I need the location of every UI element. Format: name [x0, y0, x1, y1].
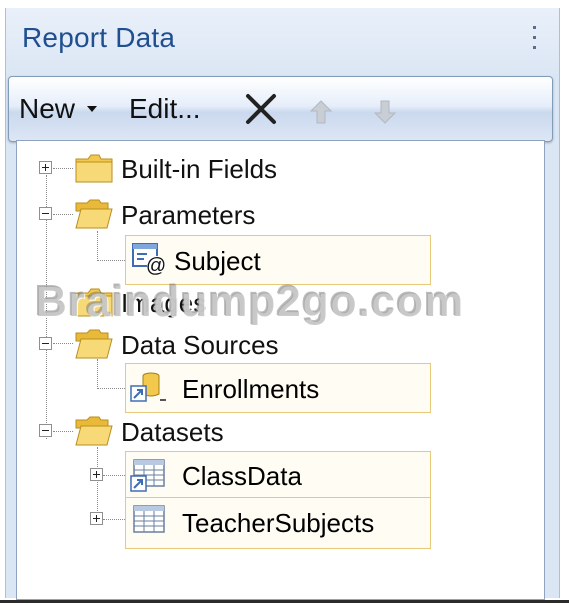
folder-open-icon	[75, 199, 113, 229]
tree-line	[53, 431, 73, 432]
tree-line	[103, 475, 125, 476]
tree-item-label: Built-in Fields	[121, 153, 278, 184]
collapse-data-sources[interactable]	[39, 337, 52, 350]
tree-item-label: Subject	[174, 246, 261, 276]
dataset-icon	[133, 505, 165, 533]
tree-item-label: Parameters	[121, 199, 256, 230]
tree-line	[97, 260, 125, 261]
dataset-shared-icon	[130, 459, 165, 492]
tree-item-datasets[interactable]: Datasets	[121, 412, 224, 452]
new-label: New	[19, 93, 76, 124]
data-source-icon	[130, 372, 166, 402]
pane-title-bar: Report Data	[6, 8, 559, 76]
pane-grip-icon[interactable]	[533, 24, 537, 52]
tree-item-built-in-fields[interactable]: Built-in Fields	[121, 149, 277, 189]
tree-line	[53, 343, 73, 344]
tree-line	[103, 519, 125, 520]
chevron-down-icon	[87, 106, 98, 112]
toolbar: New Edit...	[8, 76, 553, 142]
tree-line	[97, 388, 125, 389]
tree-item-label: Enrollments	[182, 374, 320, 404]
tree-item-label: Datasets	[121, 416, 224, 447]
report-data-tree: Built-in Fields Parameters @ Subject Ima…	[16, 140, 545, 600]
tree-item-data-sources[interactable]: Data Sources	[121, 325, 279, 365]
edit-button[interactable]: Edit...	[129, 93, 201, 125]
tree-item-teachersubjects[interactable]: TeacherSubjects	[125, 497, 431, 549]
folder-icon	[75, 154, 113, 183]
tree-line	[53, 168, 73, 169]
new-menu-button[interactable]: New	[19, 93, 98, 125]
move-up-icon[interactable]	[309, 99, 333, 125]
tree-line	[97, 447, 98, 519]
bottom-border	[0, 600, 569, 603]
expand-teachersubjects[interactable]	[90, 512, 103, 525]
expand-built-in-fields[interactable]	[39, 161, 52, 174]
tree-item-label: TeacherSubjects	[182, 508, 375, 538]
delete-icon[interactable]	[243, 91, 279, 127]
at-sign-glyph: @	[146, 255, 166, 276]
tree-line	[97, 359, 98, 389]
tree-line	[97, 231, 98, 261]
tree-item-label: Data Sources	[121, 329, 279, 360]
tree-item-classdata[interactable]: ClassData	[125, 451, 431, 499]
folder-open-icon	[75, 416, 113, 446]
collapse-datasets[interactable]	[39, 424, 52, 437]
tree-item-parameters[interactable]: Parameters	[121, 195, 255, 235]
folder-open-icon	[75, 329, 113, 359]
tree-item-enrollments[interactable]: Enrollments	[125, 363, 431, 413]
collapse-parameters[interactable]	[39, 207, 52, 220]
watermark: Braindump2go.com	[35, 277, 465, 326]
tree-item-label: ClassData	[182, 461, 302, 491]
expand-classdata[interactable]	[90, 468, 103, 481]
move-down-icon[interactable]	[373, 99, 397, 125]
pane-title: Report Data	[22, 22, 176, 53]
tree-line	[53, 214, 73, 215]
parameter-icon: @	[132, 243, 166, 276]
